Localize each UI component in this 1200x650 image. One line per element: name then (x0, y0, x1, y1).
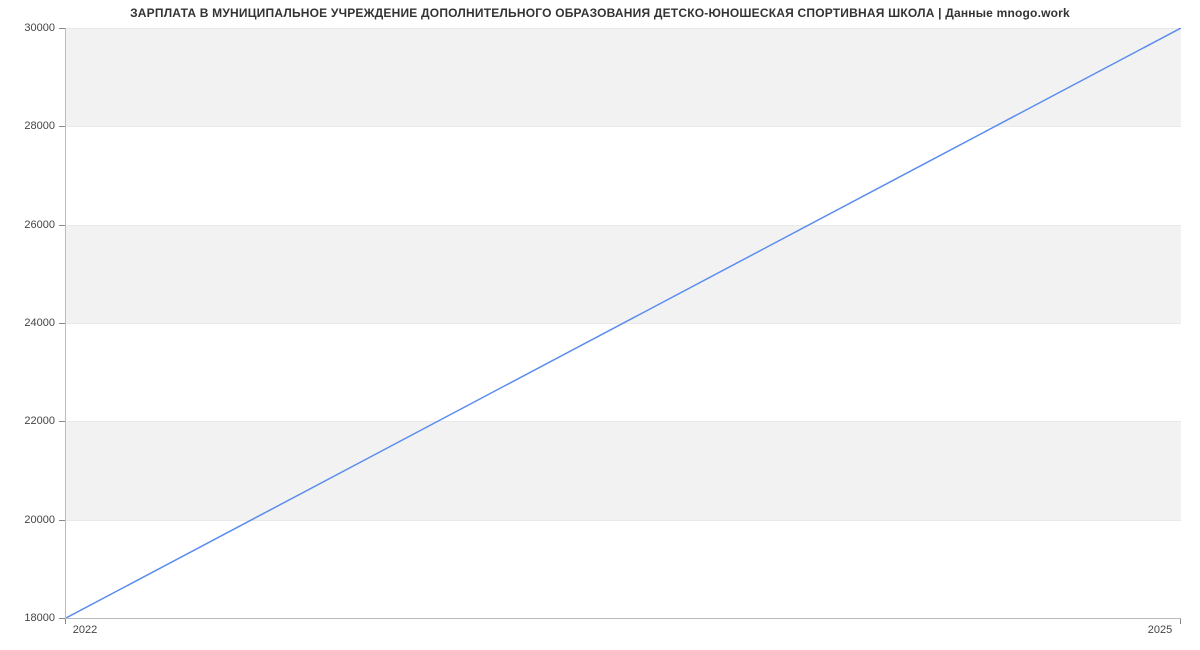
line-series (66, 28, 1181, 618)
y-tick-label: 28000 (0, 120, 55, 132)
y-tick-label: 26000 (0, 219, 55, 231)
x-tick-label: 2025 (1148, 624, 1172, 636)
y-tick-label: 24000 (0, 317, 55, 329)
salary-line-chart: ЗАРПЛАТА В МУНИЦИПАЛЬНОЕ УЧРЕЖДЕНИЕ ДОПО… (0, 0, 1200, 650)
y-tick-label: 18000 (0, 612, 55, 624)
chart-title: ЗАРПЛАТА В МУНИЦИПАЛЬНОЕ УЧРЕЖДЕНИЕ ДОПО… (0, 6, 1200, 20)
y-tick-label: 20000 (0, 514, 55, 526)
y-tick-label: 30000 (0, 22, 55, 34)
y-tick-label: 22000 (0, 415, 55, 427)
plot-area (65, 28, 1181, 619)
x-tick-label: 2022 (73, 624, 97, 636)
